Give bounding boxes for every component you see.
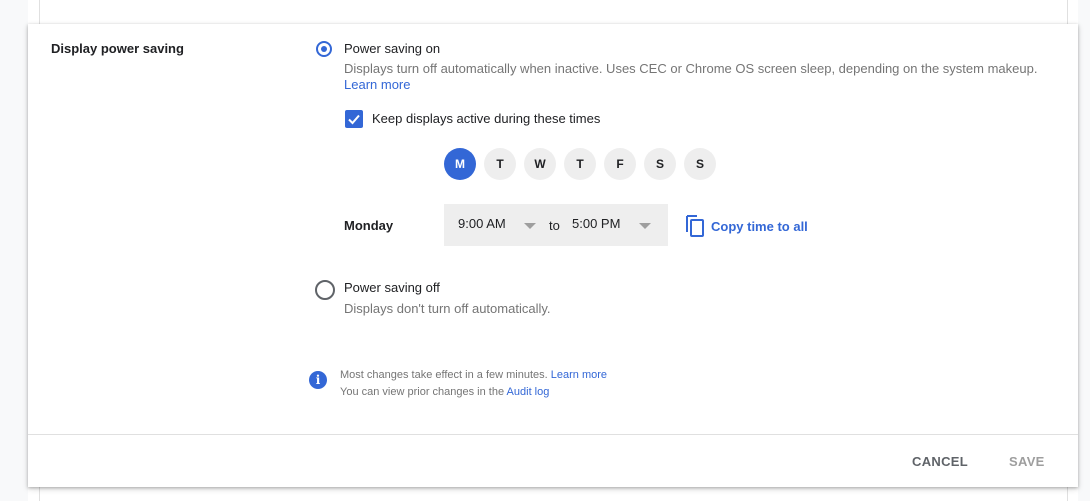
power-saving-on-title[interactable]: Power saving on [344,41,440,56]
end-time-select[interactable]: 5:00 PM [572,216,620,231]
day-sunday[interactable]: S [684,148,716,180]
learn-more-link[interactable]: Learn more [344,77,410,92]
info-line-1: Most changes take effect in a few minute… [340,369,608,381]
schedule-day-label: Monday [344,218,394,233]
start-time-dropdown-icon[interactable] [524,223,536,229]
to-label: to [549,218,560,233]
info-message: Most changes take effect in a few minute… [340,367,607,401]
copy-time-label: Copy time to all [711,218,808,234]
power-saving-off-title[interactable]: Power saving off [344,280,440,295]
footer-divider [28,434,1078,435]
page-background-right [1078,0,1090,501]
audit-log-link[interactable]: Audit log [507,386,550,398]
copy-time-to-all-button[interactable]: Copy time to all [685,215,808,237]
day-friday[interactable]: F [604,148,636,180]
start-time-select[interactable]: 9:00 AM [458,216,506,231]
page-background [0,0,28,501]
day-wednesday[interactable]: W [524,148,556,180]
power-saving-off-description: Displays don't turn off automatically. [344,301,551,316]
settings-dialog: Display power saving Power saving on Dis… [28,24,1078,487]
info-learn-more-link[interactable]: Learn more [551,369,607,381]
end-time-dropdown-icon[interactable] [639,223,651,229]
day-selector: M T W T F S S [444,148,716,180]
setting-label: Display power saving [51,41,184,56]
day-thursday[interactable]: T [564,148,596,180]
check-icon [348,114,360,125]
day-saturday[interactable]: S [644,148,676,180]
cancel-button[interactable]: CANCEL [912,454,968,469]
save-button[interactable]: SAVE [1009,454,1045,469]
power-saving-on-description: Displays turn off automatically when ina… [344,61,1044,93]
info-line-2: You can view prior changes in the Audit … [340,386,550,398]
keep-active-checkbox[interactable] [345,110,363,128]
power-saving-off-radio[interactable] [315,280,335,300]
copy-icon [686,215,704,237]
day-tuesday[interactable]: T [484,148,516,180]
description-text: Displays turn off automatically when ina… [344,61,1038,76]
power-saving-on-radio[interactable] [316,41,332,57]
info-icon: i [309,371,327,389]
day-monday[interactable]: M [444,148,476,180]
keep-active-label[interactable]: Keep displays active during these times [372,111,600,126]
time-range: 9:00 AM to 5:00 PM [444,204,668,246]
